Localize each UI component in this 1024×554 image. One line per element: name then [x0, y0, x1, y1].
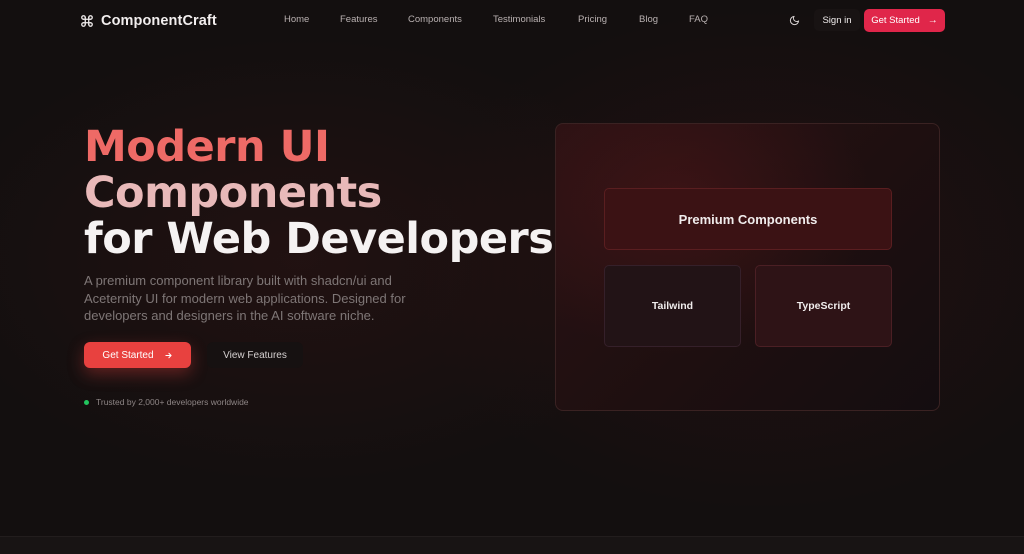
top-nav: ComponentCraft Home Features Components … [0, 0, 1024, 42]
hero-description: A premium component library built with s… [84, 273, 406, 323]
nav-link-blog[interactable]: Blog [639, 14, 658, 25]
tailwind-tile: Tailwind [604, 265, 741, 347]
arrow-right-icon [164, 352, 172, 358]
typescript-tile: TypeScript [755, 265, 892, 347]
next-section-edge [0, 536, 1024, 554]
nav-link-components[interactable]: Components [408, 14, 462, 25]
sign-in-button[interactable]: Sign in [814, 9, 860, 31]
nav-link-faq[interactable]: FAQ [689, 14, 708, 25]
premium-components-tile: Premium Components [604, 188, 892, 250]
nav-link-pricing[interactable]: Pricing [578, 14, 607, 25]
trust-text: Trusted by 2,000+ developers worldwide [96, 397, 249, 407]
trust-badge: Trusted by 2,000+ developers worldwide [84, 396, 249, 408]
hero-title: Modern UI Components for Web Developers [84, 124, 564, 262]
showcase-card: Premium Components Tailwind TypeScript [555, 123, 940, 411]
hero-title-line-3: for Web Developers [84, 214, 554, 264]
status-dot [84, 399, 89, 405]
nav-link-home[interactable]: Home [284, 14, 309, 25]
arrow-right-icon: → [927, 15, 938, 26]
nav-get-started-label: Get Started [871, 15, 920, 26]
nav-get-started-button[interactable]: Get Started → [864, 9, 945, 32]
nav-link-testimonials[interactable]: Testimonials [493, 14, 545, 25]
theme-toggle-button[interactable] [787, 13, 801, 27]
view-features-button[interactable]: View Features [207, 342, 303, 368]
get-started-label: Get Started [102, 349, 154, 361]
moon-icon [789, 15, 799, 25]
hero-title-line-1: Modern UI [84, 122, 330, 172]
hero-title-line-2: Components [84, 168, 382, 218]
landing-page: ComponentCraft Home Features Components … [0, 0, 1024, 554]
nav-link-features[interactable]: Features [340, 14, 378, 25]
get-started-button[interactable]: Get Started [84, 342, 191, 368]
